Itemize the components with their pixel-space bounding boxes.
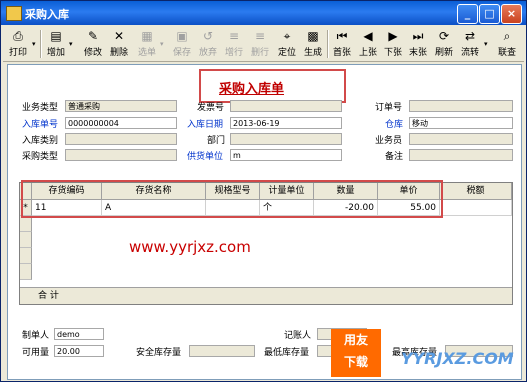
toolbar: ⎙ 打印 ▾ ▤ 增加 ▾ ✎ 修改 ✕ 删除 ▦ 选单 ▾ ▣ 保存 ↺ 放弃 ≡ 增行 ≡ 删…	[3, 27, 524, 62]
flow-button[interactable]: ⇄ 流转	[458, 28, 482, 59]
purchase-receipt-window: 采购入库 _ □ × ⎙ 打印 ▾ ▤ 增加 ▾ ✎ 修改 ✕ 删除 ▦ 选单 ▾ ▣ 保存…	[0, 0, 527, 382]
purchase-type-label: 采购类型	[22, 152, 59, 162]
row-marker[interactable]	[20, 248, 32, 264]
generate-button[interactable]: ▩ 生成	[301, 28, 325, 59]
edit-icon: ✎	[87, 29, 99, 43]
select-order-button[interactable]: ▦ 选单	[135, 28, 159, 59]
creator-field: demo	[54, 328, 104, 340]
salesperson-field[interactable]	[409, 133, 513, 145]
safety-stock-label: 安全库存量	[136, 348, 182, 358]
table-cell[interactable]	[440, 200, 512, 216]
locate-button[interactable]: ⌖ 定位	[275, 28, 299, 59]
department-label: 部门	[207, 136, 226, 146]
last-icon: ⏭	[412, 29, 424, 43]
next-record-button[interactable]: ▶ 下张	[381, 28, 405, 59]
grid-total-row: 合 计	[20, 287, 512, 304]
invoice-no-label: 发票号	[197, 103, 225, 113]
print-button[interactable]: ⎙ 打印	[6, 28, 30, 59]
supplier-label: 供货单位	[187, 152, 224, 162]
remarks-label: 备注	[385, 152, 404, 162]
row-highlight-box	[21, 180, 443, 218]
query-icon: ⌕	[503, 29, 511, 43]
warehouse-label: 仓库	[385, 120, 404, 130]
row-marker[interactable]	[20, 264, 32, 280]
delete-row-button[interactable]: ≡ 删行	[248, 28, 272, 59]
safety-stock-field	[189, 345, 255, 357]
add-row-button[interactable]: ≡ 增行	[222, 28, 246, 59]
warehouse-field[interactable]: 移动	[409, 117, 513, 129]
department-field[interactable]	[230, 133, 342, 145]
generate-icon: ▩	[307, 29, 319, 43]
receipt-no-label: 入库单号	[22, 120, 59, 130]
window-title: 采购入库	[25, 8, 69, 21]
discard-icon: ↺	[202, 29, 214, 43]
locate-icon: ⌖	[283, 29, 291, 43]
watermark-text: www.yyrjxz.com	[129, 238, 251, 256]
flow-dropdown-icon[interactable]: ▾	[484, 40, 488, 48]
linked-query-button[interactable]: ⌕ 联查	[495, 28, 519, 59]
save-icon: ▣	[176, 29, 188, 43]
title-bar[interactable]: 采购入库 _ □ ×	[1, 1, 526, 25]
receipt-date-label: 入库日期	[187, 120, 224, 130]
total-label: 合 计	[38, 291, 59, 301]
business-type-field[interactable]: 普通采购	[65, 100, 177, 112]
first-record-button[interactable]: ⏮ 首张	[330, 28, 354, 59]
supplier-field[interactable]: m	[230, 149, 342, 161]
next-icon: ▶	[388, 29, 398, 43]
save-button[interactable]: ▣ 保存	[170, 28, 194, 59]
delete-button[interactable]: ✕ 删除	[107, 28, 131, 59]
invoice-no-field[interactable]	[230, 100, 342, 112]
add-row-icon: ≡	[228, 29, 240, 43]
add-button[interactable]: ▤ 增加	[44, 28, 68, 59]
discard-button[interactable]: ↺ 放弃	[196, 28, 220, 59]
available-qty-field: 20.00	[54, 345, 104, 357]
delete-icon: ✕	[113, 29, 125, 43]
prev-icon: ◀	[363, 29, 373, 43]
maximize-button[interactable]: □	[479, 4, 500, 24]
receipt-category-field[interactable]	[65, 133, 177, 145]
row-marker[interactable]	[20, 232, 32, 248]
select-dropdown-icon[interactable]: ▾	[160, 40, 164, 48]
refresh-button[interactable]: ⟳ 刷新	[432, 28, 456, 59]
watermark-logo-text: YYRJXZ.COM	[401, 349, 514, 368]
column-header[interactable]: 税额	[440, 183, 512, 200]
receipt-category-label: 入库类别	[22, 136, 59, 146]
remarks-field[interactable]	[409, 149, 513, 161]
delete-row-icon: ≡	[254, 29, 266, 43]
receipt-no-field[interactable]: 0000000004	[65, 117, 177, 129]
business-type-label: 业务类型	[22, 103, 59, 113]
purchase-type-field[interactable]	[65, 149, 177, 161]
available-qty-label: 可用量	[22, 348, 50, 358]
flow-icon: ⇄	[464, 29, 476, 43]
app-icon	[6, 6, 22, 21]
close-button[interactable]: ×	[501, 4, 522, 24]
min-stock-label: 最低库存量	[264, 348, 310, 358]
refresh-icon: ⟳	[438, 29, 450, 43]
row-marker[interactable]	[20, 216, 32, 232]
select-icon: ▦	[141, 29, 153, 43]
order-no-label: 订单号	[375, 103, 403, 113]
first-icon: ⏮	[336, 29, 348, 43]
salesperson-label: 业务员	[375, 136, 403, 146]
form-heading: 采购入库单	[219, 82, 285, 97]
bookkeeper-label: 记账人	[284, 331, 312, 341]
order-no-field[interactable]	[409, 100, 513, 112]
last-record-button[interactable]: ⏭ 末张	[406, 28, 430, 59]
printer-icon: ⎙	[13, 29, 23, 43]
minimize-button[interactable]: _	[457, 4, 478, 24]
receipt-date-field[interactable]: 2013-06-19	[230, 117, 342, 129]
previous-record-button[interactable]: ◀ 上张	[356, 28, 380, 59]
watermark-logo: 用友 下载	[331, 329, 381, 377]
add-icon: ▤	[50, 29, 62, 43]
add-dropdown-icon[interactable]: ▾	[69, 40, 73, 48]
print-dropdown-icon[interactable]: ▾	[32, 40, 36, 48]
creator-label: 制单人	[22, 331, 50, 341]
edit-button[interactable]: ✎ 修改	[81, 28, 105, 59]
